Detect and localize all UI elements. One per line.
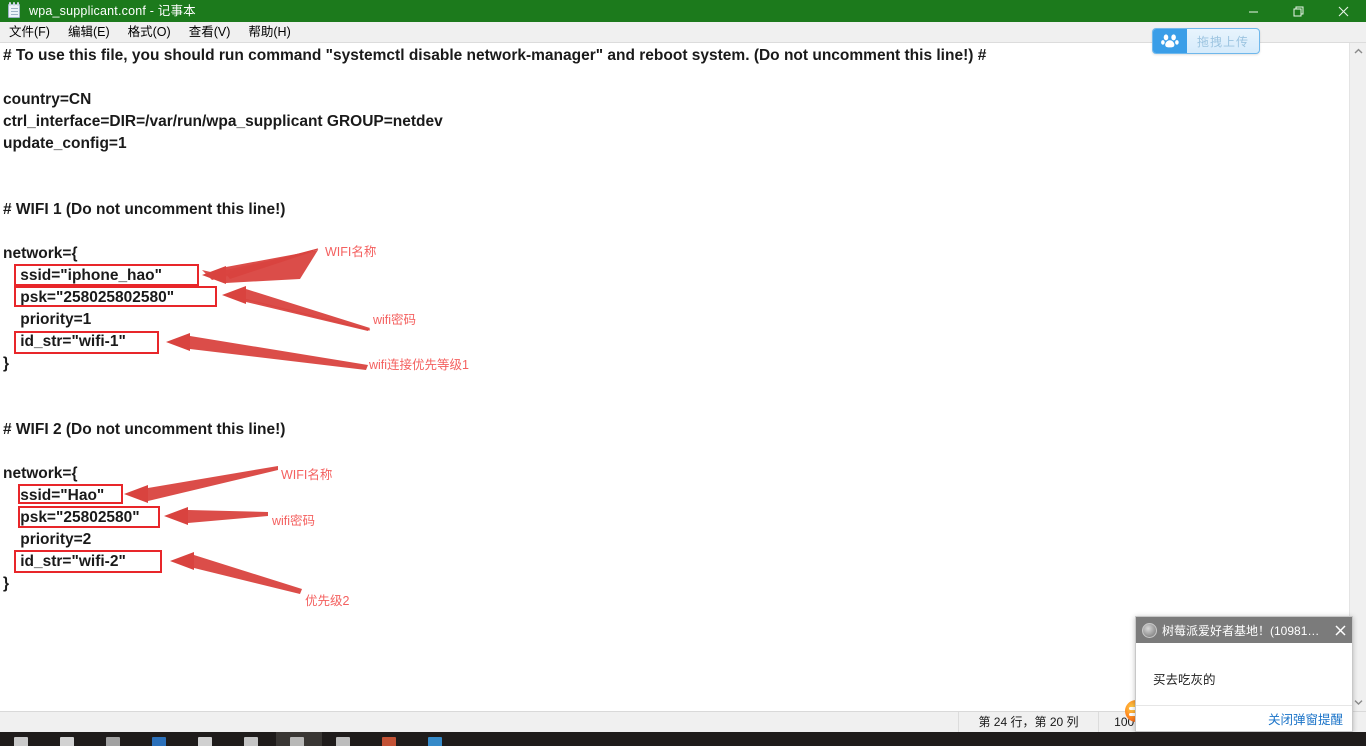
annotation-label: wifi密码 — [373, 313, 417, 327]
chevron-up-icon[interactable] — [1350, 43, 1366, 60]
vertical-scrollbar[interactable] — [1349, 43, 1366, 711]
taskbar-app-icon — [244, 737, 258, 746]
text-line: network={ — [3, 465, 78, 482]
text-line: psk="25802580" — [3, 509, 140, 526]
taskbar-app-0[interactable] — [0, 732, 46, 746]
taskbar-app-1[interactable] — [46, 732, 92, 746]
taskbar-app-icon — [14, 737, 28, 746]
taskbar-app-6[interactable] — [276, 732, 322, 746]
text-line — [3, 375, 986, 397]
document-text[interactable]: # To use this file, you should run comma… — [0, 43, 986, 595]
baidu-netdisk-upload-widget[interactable]: 拖拽上传 — [1152, 28, 1260, 54]
text-line: } — [3, 355, 10, 372]
text-line: # WIFI 2 (Do not uncomment this line!) — [3, 421, 286, 438]
taskbar-app-3[interactable] — [138, 732, 184, 746]
menu-file[interactable]: 文件(F) — [0, 22, 59, 42]
text-line: priority=2 — [3, 531, 92, 548]
text-line: ctrl_interface=DIR=/var/run/wpa_supplica… — [3, 113, 443, 130]
text-line — [3, 441, 986, 463]
text-line: ssid="iphone_hao" — [3, 267, 162, 284]
qq-popup-footer: 关闭弹窗提醒 — [1136, 705, 1352, 731]
text-line: id_str="wifi-1" — [3, 333, 126, 350]
status-cursor-position: 第 24 行，第 20 列 — [958, 711, 1098, 733]
text-line — [3, 155, 986, 177]
qq-popup-title: 树莓派爱好者基地！(10981… — [1162, 623, 1320, 638]
scrollbar-thumb[interactable] — [1350, 60, 1366, 620]
text-line: psk="258025802580" — [3, 289, 175, 306]
text-line: network={ — [3, 245, 78, 262]
taskbar-app-7[interactable] — [322, 732, 368, 746]
text-line: country=CN — [3, 91, 92, 108]
restore-button[interactable] — [1276, 0, 1321, 22]
text-line — [3, 221, 986, 243]
taskbar-app-icon — [106, 737, 120, 746]
menu-format[interactable]: 格式(O) — [119, 22, 180, 42]
annotation-label: 优先级2 — [305, 594, 350, 608]
notepad-window: wpa_supplicant.conf - 记事本 文件(F) 编辑(E) 格式… — [0, 0, 1366, 746]
group-avatar-icon — [1142, 622, 1157, 638]
text-line — [3, 177, 986, 199]
taskbar-app-icon — [290, 737, 304, 746]
taskbar-app-icon — [152, 737, 166, 746]
annotation-label: WIFI名称 — [325, 245, 377, 259]
taskbar-app-8[interactable] — [368, 732, 414, 746]
text-line: priority=1 — [3, 311, 92, 328]
taskbar-app-icon — [198, 737, 212, 746]
taskbar-app-4[interactable] — [184, 732, 230, 746]
menu-edit[interactable]: 编辑(E) — [59, 22, 119, 42]
title-bar: wpa_supplicant.conf - 记事本 — [0, 0, 1366, 22]
menu-help[interactable]: 帮助(H) — [239, 22, 299, 42]
text-line: # To use this file, you should run comma… — [3, 47, 987, 64]
text-line: # WIFI 1 (Do not uncomment this line!) — [3, 201, 286, 218]
minimize-button[interactable] — [1231, 0, 1276, 22]
text-line — [3, 397, 986, 419]
taskbar-app-icon — [428, 737, 442, 746]
qq-popup-message: 买去吃灰的 — [1153, 673, 1216, 687]
text-line: update_config=1 — [3, 135, 127, 152]
text-line — [3, 67, 986, 89]
taskbar-app-9[interactable] — [414, 732, 460, 746]
baidu-cloud-icon — [1153, 29, 1187, 53]
close-button[interactable] — [1321, 0, 1366, 22]
notepad-icon — [6, 2, 22, 19]
close-popup-reminder-link[interactable]: 关闭弹窗提醒 — [1268, 709, 1343, 728]
window-controls — [1231, 0, 1366, 22]
annotation-label: wifi连接优先等级1 — [369, 358, 470, 372]
taskbar-app-icon — [382, 737, 396, 746]
text-line: } — [3, 575, 10, 592]
text-line: ssid="Hao" — [3, 487, 105, 504]
menu-view[interactable]: 查看(V) — [180, 22, 240, 42]
annotation-label: wifi密码 — [272, 514, 316, 528]
window-title: wpa_supplicant.conf - 记事本 — [29, 4, 196, 18]
upload-widget-label[interactable]: 拖拽上传 — [1187, 33, 1259, 50]
windows-taskbar[interactable] — [0, 732, 1366, 746]
taskbar-app-icon — [336, 737, 350, 746]
qq-popup-header: 树莓派爱好者基地！(10981… — [1136, 617, 1352, 643]
taskbar-app-5[interactable] — [230, 732, 276, 746]
taskbar-app-2[interactable] — [92, 732, 138, 746]
close-icon[interactable] — [1332, 622, 1348, 638]
annotation-label: WIFI名称 — [281, 468, 333, 482]
text-editor-area[interactable]: # To use this file, you should run comma… — [0, 43, 1349, 711]
text-line: id_str="wifi-2" — [3, 553, 126, 570]
taskbar-app-icon — [60, 737, 74, 746]
qq-message-popup[interactable]: 树莓派爱好者基地！(10981… 买去吃灰的 关闭弹窗提醒 — [1135, 616, 1353, 732]
